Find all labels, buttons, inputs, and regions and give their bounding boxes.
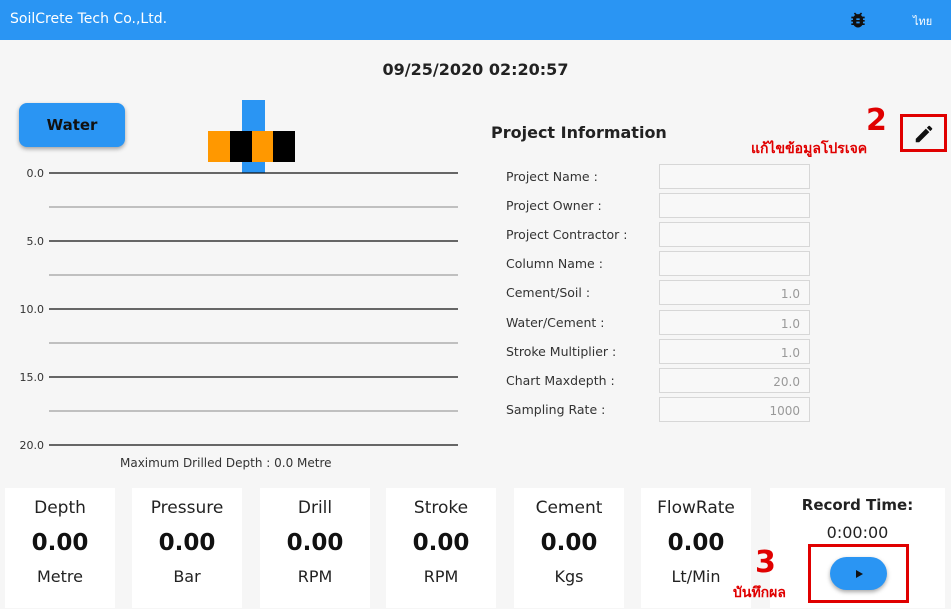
- project-field-label: Project Owner :: [506, 198, 602, 214]
- y-tick-label: 5.0: [27, 235, 45, 248]
- annotation-record-text: บันทึกผล: [733, 585, 786, 601]
- y-tick-label: 10.0: [20, 303, 45, 316]
- metric-value: 0.00: [158, 530, 216, 556]
- metric-unit: Kgs: [554, 567, 584, 586]
- project-field-input[interactable]: 1.0: [659, 280, 810, 306]
- project-field-label: Cement/Soil :: [506, 285, 591, 301]
- project-field-label: Project Contractor :: [506, 227, 628, 243]
- project-field-input[interactable]: [659, 222, 810, 248]
- current-datetime: 09/25/2020 02:20:57: [382, 60, 569, 79]
- metric-name: Cement: [535, 498, 603, 518]
- depth-chart: 0.0 5.0 10.0 15.0 20.0: [20, 100, 458, 452]
- metric-unit: Bar: [173, 567, 201, 586]
- y-tick-label: 0.0: [27, 167, 45, 180]
- project-field-input[interactable]: [659, 251, 810, 277]
- drill-indicator: [208, 100, 295, 173]
- metric-card-drill: Drill 0.00 RPM: [260, 488, 370, 608]
- metric-value: 0.00: [412, 530, 470, 556]
- project-info-title: Project Information: [491, 123, 667, 142]
- metric-name: Pressure: [150, 498, 224, 518]
- metric-name: FlowRate: [657, 498, 735, 518]
- project-field-label: Water/Cement :: [506, 314, 605, 330]
- metric-name: Stroke: [413, 498, 469, 518]
- bug-icon[interactable]: [848, 10, 868, 30]
- metric-unit: RPM: [423, 567, 459, 586]
- project-field-input[interactable]: 1.0: [659, 309, 810, 335]
- annotation-edit-text: แก้ไขข้อมูลโปรเจค: [751, 141, 868, 157]
- metric-value: 0.00: [286, 530, 344, 556]
- annotation-number-2: 2: [866, 103, 887, 138]
- record-time-label: Record Time:: [801, 496, 914, 514]
- record-highlight-box: [808, 544, 909, 603]
- y-tick-label: 20.0: [20, 439, 45, 452]
- metric-card-cement: Cement 0.00 Kgs: [514, 488, 624, 608]
- metric-unit: Metre: [37, 567, 83, 586]
- app-bar: SoilCrete Tech Co.,Ltd. ไทย: [0, 0, 951, 40]
- pencil-icon[interactable]: [913, 123, 935, 145]
- max-drilled-depth: Maximum Drilled Depth : 0.0 Metre: [120, 456, 332, 470]
- metric-card-depth: Depth 0.00 Metre: [5, 488, 115, 608]
- metric-name: Depth: [34, 498, 86, 518]
- project-field-input[interactable]: 1000: [659, 396, 810, 422]
- project-field-label: Sampling Rate :: [506, 401, 606, 417]
- metric-unit: RPM: [297, 567, 333, 586]
- metric-value: 0.00: [31, 530, 89, 556]
- language-toggle[interactable]: ไทย: [913, 12, 932, 30]
- project-field-label: Project Name :: [506, 169, 598, 184]
- project-field-input[interactable]: [659, 164, 810, 189]
- project-field-input[interactable]: 20.0: [659, 367, 810, 393]
- record-time-value: 0:00:00: [826, 523, 889, 542]
- metric-card-pressure: Pressure 0.00 Bar: [132, 488, 242, 608]
- project-field-label: Chart Maxdepth :: [506, 372, 615, 388]
- project-field-input[interactable]: [659, 193, 810, 219]
- project-field-label: Stroke Multiplier :: [506, 343, 617, 359]
- project-field-label: Column Name :: [506, 256, 603, 272]
- y-tick-label: 15.0: [20, 371, 45, 384]
- project-field-input[interactable]: 1.0: [659, 338, 810, 364]
- metric-name: Drill: [297, 498, 333, 518]
- metric-value: 0.00: [540, 530, 598, 556]
- metric-value: 0.00: [667, 530, 725, 556]
- metric-card-stroke: Stroke 0.00 RPM: [386, 488, 496, 608]
- annotation-number-3: 3: [755, 545, 776, 580]
- app-title: SoilCrete Tech Co.,Ltd.: [10, 11, 168, 27]
